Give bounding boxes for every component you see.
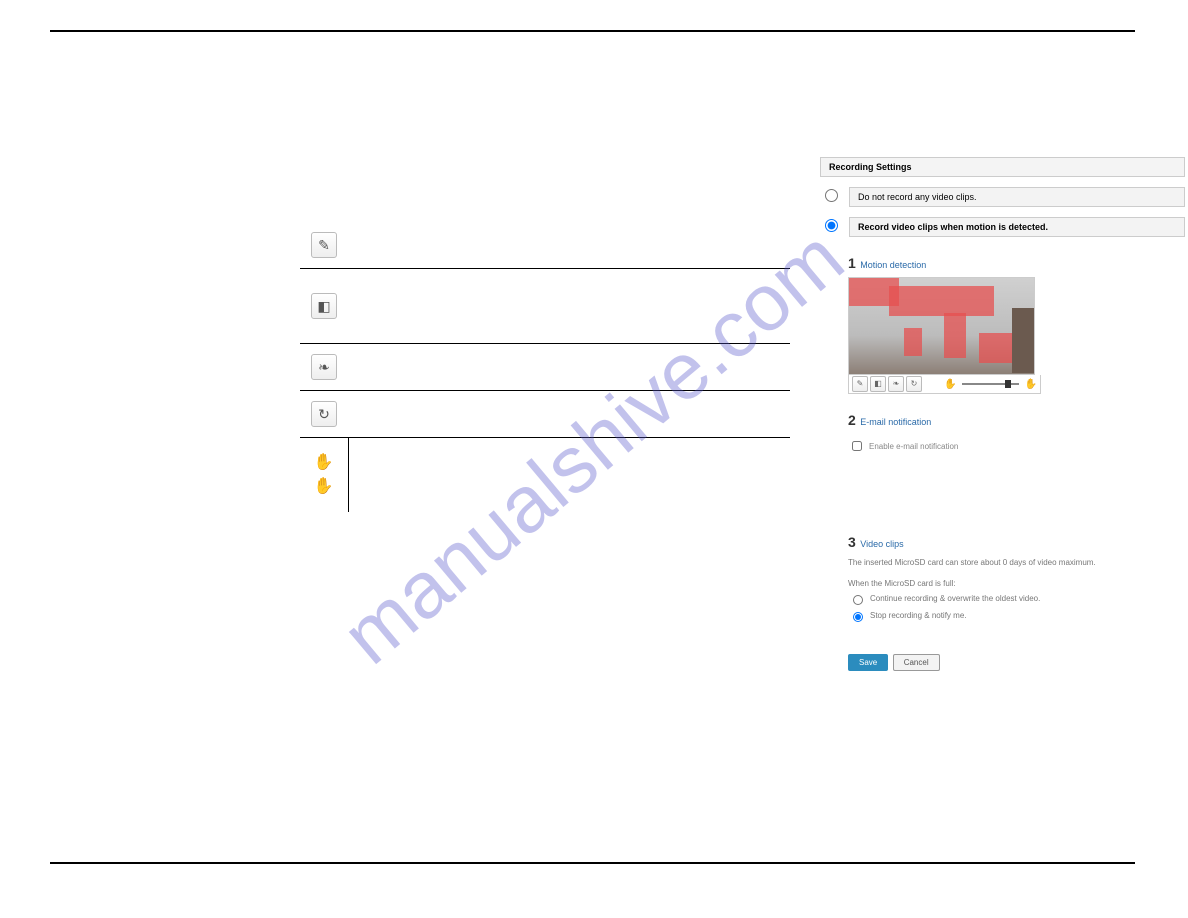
recording-settings-panel: Recording Settings Do not record any vid… <box>820 157 1185 671</box>
motion-toolbar: ✎ ◧ ❧ ↻ ✋ ✋ <box>848 375 1041 394</box>
radio-stop-notify[interactable] <box>853 612 863 622</box>
button-row: Save Cancel <box>848 652 1185 671</box>
label-enable-email: Enable e-mail notification <box>869 442 958 451</box>
desc-eraser <box>348 269 790 344</box>
tb-pencil-icon[interactable]: ✎ <box>852 376 868 392</box>
label-overwrite: Continue recording & overwrite the oldes… <box>870 594 1040 603</box>
full-label: When the MicroSD card is full: <box>848 579 1185 588</box>
radio-overwrite[interactable] <box>853 595 863 605</box>
section-email-notification: 2 E-mail notification Enable e-mail noti… <box>848 412 1185 454</box>
tb-hand-light-icon: ✋ <box>944 379 956 390</box>
section-title: Motion detection <box>860 260 926 270</box>
section-number: 3 <box>848 534 856 550</box>
table-row: ✎ <box>300 222 790 269</box>
section-number: 2 <box>848 412 856 428</box>
label-stop-notify: Stop recording & notify me. <box>870 611 967 620</box>
eraser-icon: ◧ <box>311 293 337 319</box>
radio-do-not-record[interactable] <box>825 189 838 202</box>
tb-brush-icon[interactable]: ❧ <box>888 376 904 392</box>
section-title: E-mail notification <box>860 417 931 427</box>
table-row: ✋ ✋ <box>300 438 790 513</box>
save-button[interactable]: Save <box>848 654 888 671</box>
storage-info-text: The inserted MicroSD card can store abou… <box>848 558 1185 567</box>
radio-record-motion[interactable] <box>825 219 838 232</box>
radio-label-motion: Record video clips when motion is detect… <box>849 217 1185 237</box>
tb-hand-dark-icon: ✋ <box>1025 379 1037 390</box>
motion-preview[interactable] <box>848 277 1035 375</box>
section-title: Video clips <box>860 539 903 549</box>
section-number: 1 <box>848 255 856 271</box>
panel-header: Recording Settings <box>820 157 1185 177</box>
refresh-icon: ↻ <box>311 401 337 427</box>
section-video-clips: 3 Video clips The inserted MicroSD card … <box>848 534 1185 622</box>
checkbox-enable-email[interactable] <box>852 441 862 451</box>
desc-hands <box>348 438 790 513</box>
section-motion-detection: 1 Motion detection ✎ ◧ ❧ ↻ ✋ ✋ <box>848 255 1185 394</box>
icon-legend-table: ✎ ◧ ❧ ↻ ✋ ✋ <box>300 222 790 512</box>
cancel-button[interactable]: Cancel <box>893 654 940 671</box>
sensitivity-slider[interactable] <box>962 383 1018 385</box>
pencil-icon: ✎ <box>311 232 337 258</box>
brush-icon: ❧ <box>311 354 337 380</box>
hand-dark-icon: ✋ <box>312 475 336 499</box>
radio-label-none: Do not record any video clips. <box>849 187 1185 207</box>
desc-brush <box>348 344 790 391</box>
table-row: ◧ <box>300 269 790 344</box>
table-row: ↻ <box>300 391 790 438</box>
desc-pencil <box>348 222 790 269</box>
tb-refresh-icon[interactable]: ↻ <box>906 376 922 392</box>
tb-eraser-icon[interactable]: ◧ <box>870 376 886 392</box>
desc-refresh <box>348 391 790 438</box>
hand-light-icon: ✋ <box>312 451 336 475</box>
table-row: ❧ <box>300 344 790 391</box>
